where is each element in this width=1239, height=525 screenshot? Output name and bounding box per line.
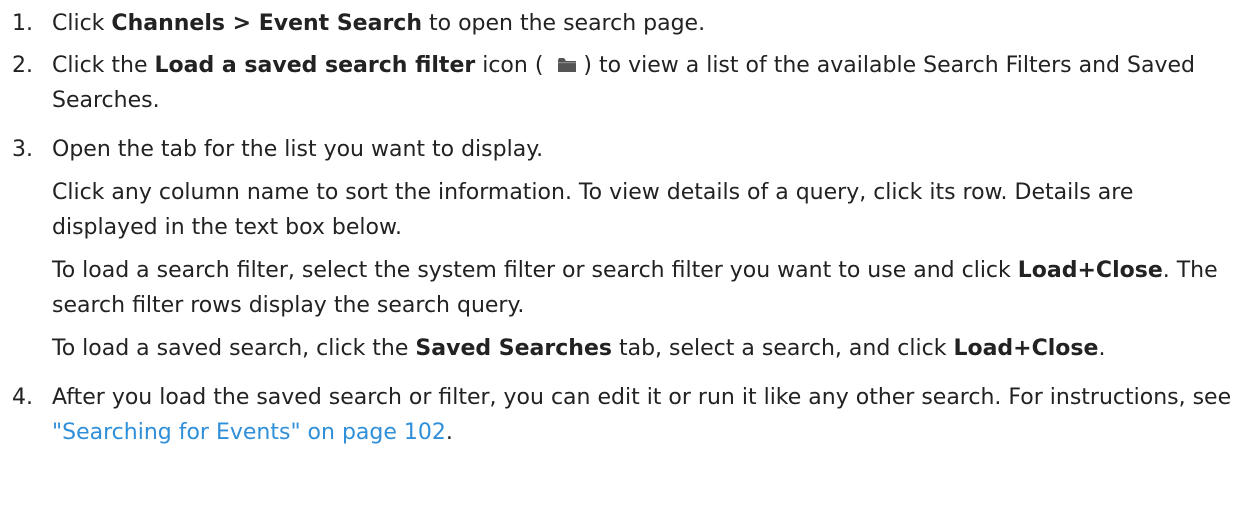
- step-lead: Open the tab for the list you want to di…: [52, 137, 544, 162]
- step-text: Click the Load a saved search filter ico…: [52, 48, 1239, 118]
- step-text: Click Channels > Event Search to open th…: [52, 6, 1239, 41]
- step-paragraph: Click any column name to sort the inform…: [52, 180, 1134, 240]
- step-1: 1. Click Channels > Event Search to open…: [0, 6, 1239, 41]
- step-text: After you load the saved search or filte…: [52, 380, 1239, 450]
- step-3: 3. Open the tab for the list you want to…: [0, 132, 1239, 366]
- step-text-part: .: [445, 420, 453, 445]
- step-paragraph: To load a search filter, select the syst…: [52, 253, 1239, 323]
- step-text-part: .: [1098, 336, 1106, 361]
- step-text-part: Click: [52, 11, 112, 36]
- step-text-part: Click the: [52, 53, 155, 78]
- step-text-part: icon (: [475, 53, 544, 78]
- step-number: 4.: [12, 385, 33, 410]
- step-number: 3.: [12, 137, 33, 162]
- ui-element-name: Load a saved search filter: [154, 53, 476, 78]
- button-name: Load+Close: [953, 336, 1099, 361]
- step-text-part: To load a saved search, click the: [52, 336, 416, 361]
- step-number: 1.: [12, 11, 33, 36]
- step-number: 2.: [12, 53, 33, 78]
- step-text-part: To load a search filter, select the syst…: [52, 258, 1018, 283]
- menu-path: Channels > Event Search: [111, 11, 422, 36]
- step-2: 2. Click the Load a saved search filter …: [0, 48, 1239, 118]
- step-text-part: to open the search page.: [422, 11, 706, 36]
- step-paragraph: To load a saved search, click the Saved …: [52, 331, 1239, 366]
- document-page: 1. Click Channels > Event Search to open…: [0, 6, 1239, 525]
- step-4: 4. After you load the saved search or fi…: [0, 380, 1239, 450]
- cross-reference-link[interactable]: "Searching for Events" on page 102: [52, 420, 446, 445]
- procedure-steps: 1. Click Channels > Event Search to open…: [0, 6, 1239, 450]
- tab-name: Saved Searches: [415, 336, 612, 361]
- folder-icon: [557, 49, 577, 72]
- step-text-part: After you load the saved search or filte…: [52, 385, 1232, 410]
- step-text-part: tab, select a search, and click: [611, 336, 954, 361]
- button-name: Load+Close: [1017, 258, 1163, 283]
